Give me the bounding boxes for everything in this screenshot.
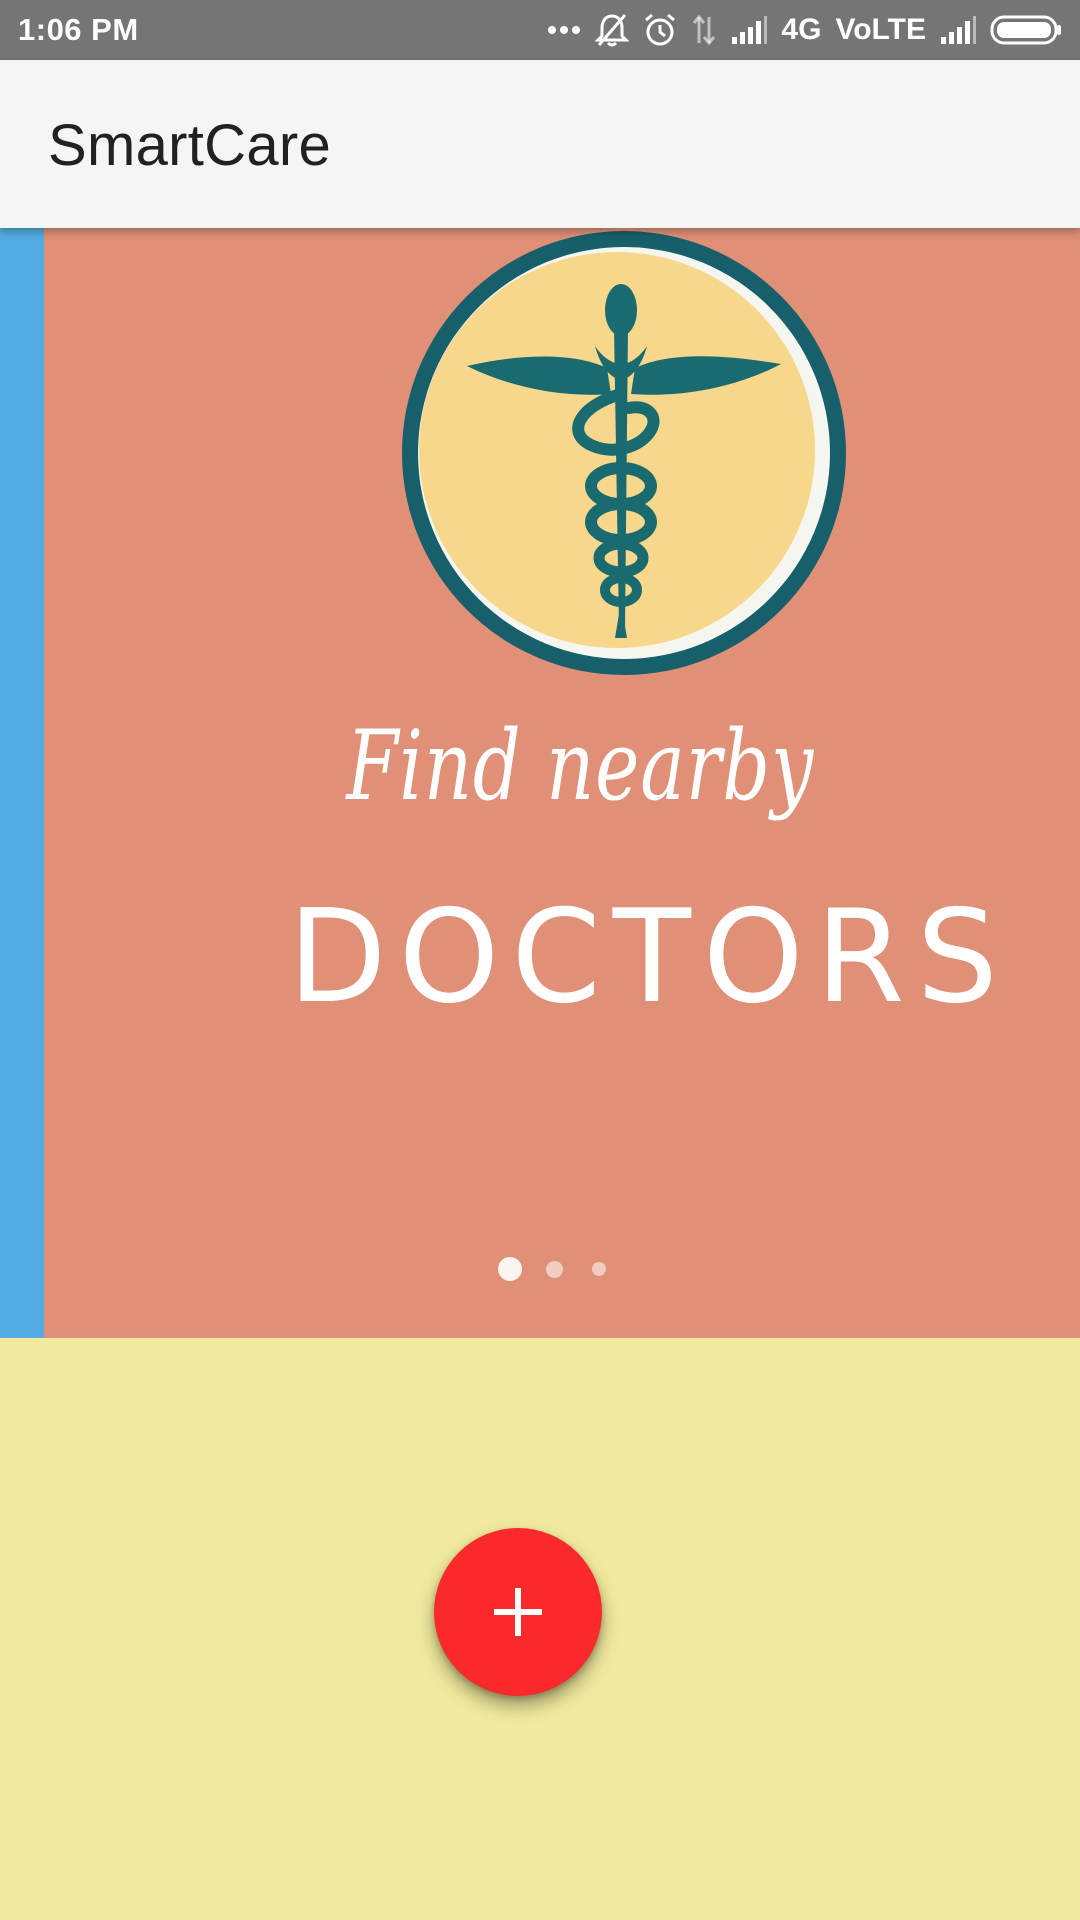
slide-headline-small: Find nearby [346, 710, 815, 822]
network-type-label: 4G [781, 13, 822, 46]
signal-icon [731, 15, 768, 45]
status-bar: 1:06 PM 4G VoLTE [0, 0, 1080, 60]
image-carousel[interactable]: Find nearby DOCTORS [0, 228, 1080, 1338]
status-icons: 4G VoLTE [547, 12, 1062, 48]
app-title: SmartCare [48, 113, 332, 178]
add-fab-button[interactable] [434, 1528, 602, 1696]
battery-icon [990, 15, 1062, 45]
alarm-icon [643, 12, 677, 48]
status-time: 1:06 PM [18, 12, 139, 47]
plus-icon [494, 1588, 542, 1636]
page-indicator-dot[interactable] [592, 1262, 606, 1276]
notifications-off-icon [595, 12, 630, 48]
app-bar: SmartCare [0, 60, 1080, 228]
more-dots-icon [547, 24, 581, 36]
carousel-slide[interactable]: Find nearby DOCTORS [44, 228, 1080, 1338]
page-indicator [44, 1254, 1080, 1284]
screen: 1:06 PM 4G VoLTE SmartCare Find nearby D… [0, 0, 1080, 1920]
data-arrows-icon [691, 13, 717, 47]
caduceus-icon [402, 231, 846, 675]
volte-label: VoLTE [835, 13, 926, 46]
previous-slide-edge[interactable] [0, 228, 44, 1338]
page-indicator-dot[interactable] [498, 1257, 522, 1281]
slide-headline-large: DOCTORS [288, 883, 1010, 1032]
page-indicator-dot[interactable] [546, 1261, 563, 1278]
signal-icon [940, 15, 976, 45]
